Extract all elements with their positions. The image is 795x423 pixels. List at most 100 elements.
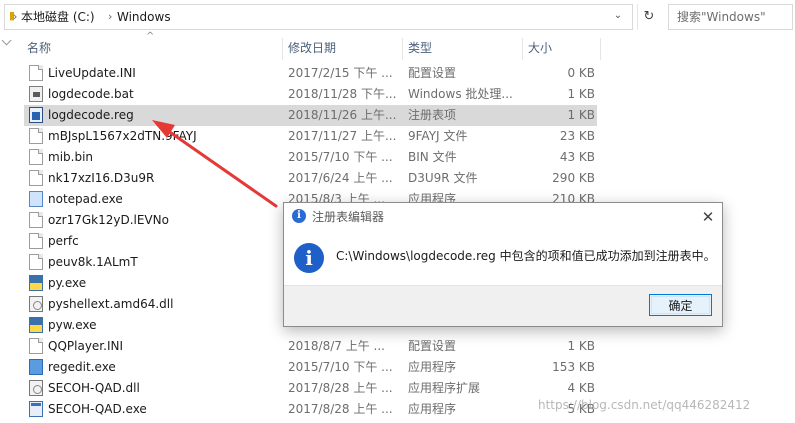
generic-file-icon [29, 254, 43, 270]
watermark: https://blog.csdn.net/qq446282412 [538, 398, 751, 412]
file-type: 注册表项 [408, 108, 457, 122]
file-row[interactable]: regedit.exe 2015/7/10 下午 ... 应用程序 153 KB [24, 357, 597, 378]
file-name: pyshellext.amd64.dll [48, 297, 174, 311]
file-date: 2018/11/28 下午... [288, 87, 397, 101]
file-date: 2017/2/15 下午 ... [288, 66, 393, 80]
file-row-selected[interactable]: logdecode.reg 2018/11/26 上午... 注册表项 1 KB [24, 105, 597, 126]
file-size: 1 KB [567, 339, 595, 353]
column-header-size[interactable]: 大小 [528, 33, 552, 63]
file-row[interactable]: logdecode.bat 2018/11/28 下午... Windows 批… [24, 84, 597, 105]
generic-file-icon [29, 212, 43, 228]
expand-icon[interactable] [1, 35, 12, 46]
sort-ascending-icon: ^ [146, 31, 155, 42]
file-row[interactable]: SECOH-QAD.exe 2017/8/28 上午 ... 应用程序 5 KB [24, 399, 597, 420]
file-size: 1 KB [567, 108, 595, 122]
column-header-name[interactable]: 名称 [27, 33, 51, 63]
refresh-button[interactable]: ↻ [637, 4, 660, 30]
file-name: perfc [48, 234, 79, 248]
file-row[interactable]: QQPlayer.INI 2018/8/7 上午 ... 配置设置 1 KB [24, 336, 597, 357]
file-name: mBJspL1567x2dTN.9FAYJ [48, 129, 197, 143]
file-type: D3U9R 文件 [408, 171, 478, 185]
file-name: nk17xzI16.D3u9R [48, 171, 155, 185]
file-type: 配置设置 [408, 339, 457, 353]
app-file-icon [29, 401, 43, 417]
file-date: 2017/8/28 上午 ... [288, 402, 393, 416]
dialog-title: 注册表编辑器 [312, 210, 385, 224]
chevron-right-icon[interactable]: › [13, 9, 17, 25]
generic-file-icon [29, 149, 43, 165]
regedit-icon [29, 359, 43, 375]
file-type: 应用程序 [408, 402, 457, 416]
dialog-footer: 确定 [284, 285, 722, 326]
registry-editor-icon: i [292, 209, 306, 223]
breadcrumb-drive[interactable]: 本地磁盘 (C:) [21, 9, 95, 25]
notepad-icon [29, 191, 43, 207]
file-size: 290 KB [552, 171, 595, 185]
chevron-right-icon[interactable]: › [108, 9, 112, 25]
generic-file-icon [29, 170, 43, 186]
breadcrumb-windows[interactable]: Windows [117, 9, 171, 25]
navigation-pane[interactable] [0, 33, 16, 423]
column-divider[interactable] [282, 38, 283, 60]
generic-file-icon [29, 128, 43, 144]
python-icon [29, 275, 43, 291]
file-type: Windows 批处理... [408, 87, 513, 101]
file-size: 0 KB [567, 66, 595, 80]
dll-file-icon [29, 296, 43, 312]
file-name: logdecode.reg [48, 108, 134, 122]
registry-editor-dialog: i 注册表编辑器 ✕ i C:\Windows\logdecode.reg 中包… [283, 202, 723, 327]
address-bar: ▮ › 本地磁盘 (C:) › Windows ⌄ ↻ 搜索"Windows" [0, 0, 795, 33]
python-icon [29, 317, 43, 333]
file-date: 2017/11/27 上午... [288, 129, 397, 143]
file-date: 2017/6/24 上午 ... [288, 171, 393, 185]
ini-file-icon [29, 338, 43, 354]
ok-button[interactable]: 确定 [649, 294, 712, 316]
reg-file-icon [29, 107, 43, 123]
file-row[interactable]: SECOH-QAD.dll 2017/8/28 上午 ... 应用程序扩展 4 … [24, 378, 597, 399]
file-date: 2015/7/10 下午 ... [288, 360, 393, 374]
file-name: mib.bin [48, 150, 94, 164]
chevron-down-icon[interactable]: ⌄ [607, 3, 629, 29]
column-header-type[interactable]: 类型 [408, 33, 432, 63]
file-date: 2018/11/26 上午... [288, 108, 397, 122]
file-row[interactable]: LiveUpdate.INI 2017/2/15 下午 ... 配置设置 0 K… [24, 63, 597, 84]
file-type: 配置设置 [408, 66, 457, 80]
file-type: 应用程序扩展 [408, 381, 481, 395]
file-size: 43 KB [559, 150, 595, 164]
file-type: 9FAYJ 文件 [408, 129, 468, 143]
file-row[interactable]: mBJspL1567x2dTN.9FAYJ 2017/11/27 上午... 9… [24, 126, 597, 147]
file-row[interactable]: mib.bin 2015/7/10 下午 ... BIN 文件 43 KB [24, 147, 597, 168]
column-divider[interactable] [522, 38, 523, 60]
search-input[interactable]: 搜索"Windows" [668, 4, 793, 30]
file-type: BIN 文件 [408, 150, 457, 164]
close-icon[interactable]: ✕ [698, 207, 718, 227]
column-divider[interactable] [402, 38, 403, 60]
file-size: 1 KB [567, 87, 595, 101]
file-type: 应用程序 [408, 360, 457, 374]
file-name: SECOH-QAD.exe [48, 402, 147, 416]
column-header-date[interactable]: 修改日期 [288, 33, 336, 63]
address-field[interactable]: ▮ › 本地磁盘 (C:) › Windows ⌄ [4, 4, 633, 30]
file-date: 2017/8/28 上午 ... [288, 381, 393, 395]
info-icon: i [294, 243, 324, 273]
dll-file-icon [29, 380, 43, 396]
dialog-message: C:\Windows\logdecode.reg 中包含的项和值已成功添加到注册… [336, 249, 716, 263]
file-name: logdecode.bat [48, 87, 134, 101]
file-name: SECOH-QAD.dll [48, 381, 140, 395]
search-placeholder: 搜索"Windows" [677, 10, 766, 24]
file-size: 23 KB [559, 129, 595, 143]
file-date: 2015/7/10 下午 ... [288, 150, 393, 164]
file-name: regedit.exe [48, 360, 116, 374]
ini-file-icon [29, 65, 43, 81]
file-row[interactable]: nk17xzI16.D3u9R 2017/6/24 上午 ... D3U9R 文… [24, 168, 597, 189]
column-divider[interactable] [600, 38, 601, 60]
dialog-titlebar[interactable]: i 注册表编辑器 ✕ [284, 203, 722, 231]
file-name: pyw.exe [48, 318, 97, 332]
bat-file-icon [29, 86, 43, 102]
file-name: ozr17Gk12yD.lEVNo [48, 213, 169, 227]
generic-file-icon [29, 233, 43, 249]
file-name: py.exe [48, 276, 87, 290]
file-date: 2018/8/7 上午 ... [288, 339, 385, 353]
file-name: peuv8k.1ALmT [48, 255, 138, 269]
file-size: 153 KB [552, 360, 595, 374]
